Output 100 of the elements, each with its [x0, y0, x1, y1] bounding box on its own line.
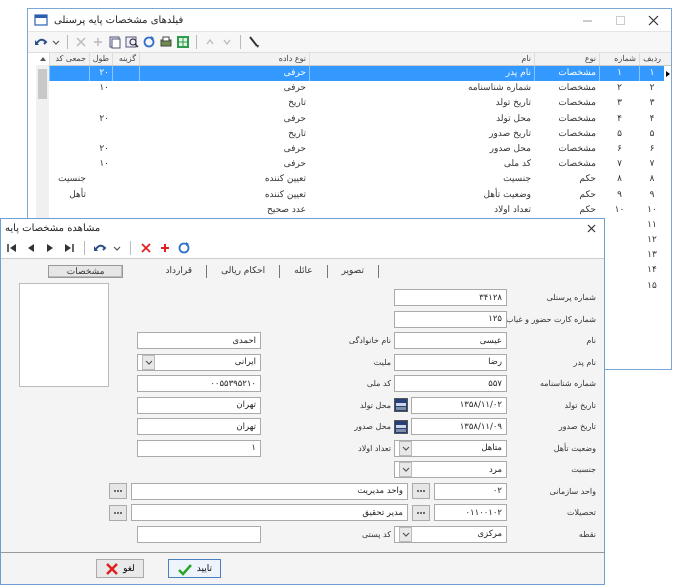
browse-button[interactable] — [412, 483, 430, 500]
search-icon[interactable] — [125, 35, 139, 49]
column-header[interactable]: نام — [309, 53, 534, 65]
name-field[interactable]: مدیر تحقیق — [131, 504, 408, 522]
dropdown-icon[interactable] — [400, 530, 410, 539]
table-cell-text: حرفی — [282, 158, 307, 172]
browse-button[interactable] — [412, 504, 430, 521]
table-cell: ۲۰ — [89, 66, 112, 82]
input-field[interactable]: احمدی — [137, 332, 261, 350]
copy-icon[interactable] — [108, 35, 122, 49]
table-row[interactable]: ۹ ۹ حکم وضعیت تأهل تعیین کننده تأهل — [49, 188, 664, 203]
column-header[interactable]: نوع — [534, 53, 599, 65]
table-row[interactable]: ۶ ۶ مشخصات محل صدور حرفی ۲۰ — [49, 142, 664, 158]
table-row[interactable]: ۷ ۷ مشخصات کد ملی حرفی ۱۰ — [49, 157, 664, 172]
input-field[interactable]: تهران — [137, 418, 261, 436]
dropdown-icon[interactable] — [144, 358, 154, 367]
table-cell-text: ۲ — [648, 82, 656, 96]
field-label: شماره پرسنلی — [546, 293, 597, 302]
column-header[interactable]: جمعی کد — [49, 53, 89, 65]
table-cell-text: ۸ — [616, 173, 623, 186]
tab[interactable]: مشخصات — [48, 264, 124, 278]
input-field[interactable]: رضا — [394, 354, 507, 371]
calendar-icon[interactable] — [394, 420, 408, 434]
table-cell-text: جنسیت — [57, 173, 87, 186]
field-label: واحد سازمانی — [548, 486, 597, 496]
table-cell-text: تاریخ تولد — [494, 97, 532, 110]
input-field[interactable]: تهران — [137, 396, 261, 414]
table-row[interactable]: ۵ ۵ مشخصات تاریخ صدور تاریخ — [49, 126, 664, 142]
refresh-icon[interactable] — [177, 241, 191, 255]
cancel-button[interactable]: لغو — [96, 559, 144, 578]
code-field[interactable]: ۰۱۱۰۰۱۰۲ — [434, 504, 507, 522]
table-cell-text: حکم — [578, 173, 597, 186]
sort-icon[interactable] — [38, 55, 46, 63]
input-field[interactable]: ۰۰۵۵۳۹۵۲۱۰ — [137, 375, 261, 392]
column-header[interactable]: ردیف — [639, 53, 664, 65]
first-record-icon[interactable] — [5, 241, 19, 255]
confirm-button[interactable]: تایید — [168, 559, 221, 578]
table-cell-text: ۶ — [648, 142, 656, 156]
field-label: تحصیلات — [566, 508, 597, 518]
dropdown-field[interactable]: مرد — [394, 461, 507, 478]
caret-icon[interactable] — [51, 38, 61, 46]
last-record-icon[interactable] — [62, 241, 76, 255]
window-title: فیلدهای مشخصات پایه پرسنلی — [54, 14, 184, 26]
close-icon[interactable] — [587, 224, 596, 233]
input-field[interactable]: ۵۵۷ — [394, 375, 507, 392]
caret-icon[interactable] — [112, 244, 122, 252]
dropdown-icon[interactable] — [400, 465, 410, 474]
table-row[interactable]: ۱۰ ۱۰ حکم تعداد اولاد عدد صحیح — [49, 202, 664, 218]
field-label: تاریخ تولد — [564, 400, 597, 410]
tab[interactable]: عائله — [280, 264, 328, 278]
table-row[interactable]: ۴ ۴ مشخصات محل تولد حرفی ۲۰ — [49, 112, 664, 127]
date-field[interactable]: ۱۳۵۸/۱۱/۰۹ — [411, 418, 507, 436]
table-row[interactable]: ۳ ۳ مشخصات تاریخ تولد تاریخ — [49, 96, 664, 112]
browse-button[interactable] — [109, 504, 127, 521]
table-cell-text: ۱۰ — [98, 82, 110, 96]
tab[interactable]: احکام ریالی — [207, 264, 280, 278]
print-icon[interactable] — [159, 35, 173, 49]
table-cell-text: ۷ — [648, 158, 656, 172]
tab[interactable]: قرارداد — [151, 264, 208, 278]
column-header[interactable]: طول — [89, 53, 112, 65]
field-label: ملیت — [372, 358, 392, 367]
delete-icon[interactable] — [139, 241, 153, 255]
tab[interactable]: تصویر — [328, 264, 379, 278]
browse-button[interactable] — [109, 483, 127, 500]
table-cell-text: ۶ — [616, 142, 623, 156]
table-cell-text: ۷ — [616, 158, 623, 172]
table-cell-text: ۱۳ — [646, 249, 658, 262]
table-cell-text: تعیین کننده — [264, 188, 307, 202]
input-field[interactable] — [137, 526, 261, 543]
table-cell-text: ۲۰ — [98, 142, 110, 156]
table-cell-text: کد ملی — [502, 158, 532, 172]
dropdown-field[interactable]: مرکزی — [394, 526, 507, 543]
code-field[interactable]: ۰۲ — [434, 482, 507, 500]
input-field[interactable]: عیسی — [394, 332, 507, 350]
table-cell-text: تأهل — [68, 188, 87, 202]
table-cell: ۱ — [639, 66, 664, 82]
column-header[interactable]: شماره — [599, 53, 639, 65]
table-cell: مشخصات — [534, 66, 599, 82]
dropdown-field[interactable]: ایرانی — [137, 354, 261, 371]
column-header[interactable]: نوع داده — [139, 53, 309, 65]
field-label: محل صدور — [352, 422, 392, 432]
input-field[interactable]: ۳۴۱۲۸ — [394, 289, 507, 306]
table-cell-text: ۱۰ — [646, 204, 658, 217]
calendar-icon[interactable] — [394, 398, 408, 412]
name-field[interactable]: واحد مدیریت — [131, 482, 408, 500]
input-field[interactable]: ۱ — [137, 440, 261, 457]
pen-icon[interactable] — [247, 35, 261, 49]
table-cell-text: عدد صحیح — [266, 204, 307, 217]
field-label: شماره شناسنامه — [538, 379, 597, 388]
dropdown-field[interactable]: متاهل — [394, 440, 507, 457]
input-field[interactable]: ۱۲۵ — [394, 310, 507, 328]
column-header[interactable]: گزینه — [112, 53, 139, 65]
table-row[interactable]: ۸ ۸ حکم جنسیت تعیین کننده جنسیت — [49, 172, 664, 188]
refresh-icon[interactable] — [142, 35, 156, 49]
close-icon[interactable] — [648, 14, 659, 26]
dropdown-icon[interactable] — [400, 444, 410, 453]
field-label: کد ملی — [366, 379, 392, 388]
add-icon[interactable] — [158, 241, 172, 255]
date-field[interactable]: ۱۳۵۸/۱۱/۰۲ — [411, 396, 507, 414]
table-row[interactable]: ۲ ۲ مشخصات شماره شناسنامه حرفی ۱۰ — [49, 81, 664, 96]
